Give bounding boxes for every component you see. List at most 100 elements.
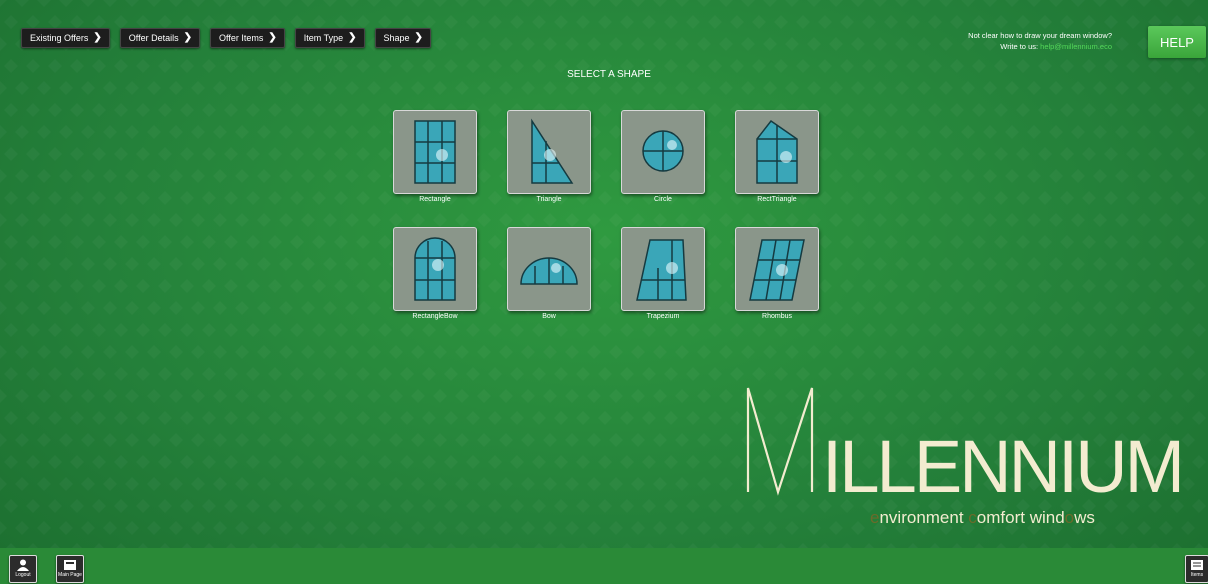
bg-diamond <box>114 191 128 205</box>
bg-diamond <box>48 455 62 469</box>
bg-diamond <box>158 103 172 117</box>
shape-tile-circle[interactable]: Circle <box>621 110 705 203</box>
bg-diamond <box>114 15 128 29</box>
bg-diamond <box>411 477 425 491</box>
bg-diamond <box>1192 103 1206 117</box>
shape-tile-recttriangle[interactable]: RectTriangle <box>735 110 819 203</box>
bg-diamond <box>1181 169 1195 183</box>
help-button[interactable]: HELP <box>1148 26 1206 58</box>
bg-diamond <box>48 367 62 381</box>
main-page-button[interactable]: Main Page <box>56 555 84 583</box>
bg-diamond <box>455 345 469 359</box>
bg-diamond <box>290 279 304 293</box>
bg-diamond <box>323 301 337 315</box>
bg-diamond <box>972 103 986 117</box>
bg-diamond <box>697 477 711 491</box>
bg-diamond <box>862 235 876 249</box>
bg-diamond <box>356 411 370 425</box>
bg-diamond <box>37 301 51 315</box>
bg-diamond <box>114 455 128 469</box>
bg-diamond <box>224 15 238 29</box>
bg-diamond <box>4 455 18 469</box>
bg-diamond <box>400 15 414 29</box>
help-email-link[interactable]: help@millennium.eco <box>1040 42 1112 51</box>
shape-tile-trapezium[interactable]: Trapezium <box>621 227 705 320</box>
bg-diamond <box>983 81 997 95</box>
crumb-item-type[interactable]: Item Type ❯ <box>294 28 365 48</box>
bg-diamond <box>675 81 689 95</box>
bg-diamond <box>620 15 634 29</box>
bg-diamond <box>1082 103 1096 117</box>
bg-diamond <box>917 257 931 271</box>
bg-diamond <box>906 147 920 161</box>
bg-diamond <box>488 411 502 425</box>
bg-diamond <box>1126 191 1140 205</box>
bg-diamond <box>1126 323 1140 337</box>
bg-diamond <box>895 169 909 183</box>
bg-diamond <box>169 257 183 271</box>
bg-diamond <box>851 213 865 227</box>
bg-diamond <box>664 15 678 29</box>
crumb-offer-items[interactable]: Offer Items ❯ <box>210 28 285 48</box>
bg-diamond <box>488 103 502 117</box>
bg-diamond <box>103 345 117 359</box>
logout-button[interactable]: Logout <box>9 555 37 583</box>
bg-diamond <box>884 15 898 29</box>
bg-diamond <box>70 411 84 425</box>
bg-diamond <box>0 521 7 535</box>
bg-diamond <box>213 433 227 447</box>
bg-diamond <box>598 499 612 513</box>
bg-diamond <box>1027 0 1041 7</box>
bg-diamond <box>675 37 689 51</box>
shape-tile-bow[interactable]: Bow <box>507 227 591 320</box>
bg-diamond <box>576 455 590 469</box>
bg-diamond <box>213 389 227 403</box>
bg-diamond <box>1038 323 1052 337</box>
bg-diamond <box>1159 125 1173 139</box>
bg-diamond <box>191 521 205 535</box>
shape-tile-rectangle[interactable]: Rectangle <box>393 110 477 203</box>
bg-diamond <box>1016 15 1030 29</box>
bg-diamond <box>455 521 469 535</box>
bg-diamond <box>301 389 315 403</box>
bg-diamond <box>873 81 887 95</box>
bg-diamond <box>213 81 227 95</box>
shape-tile-rectanglebow[interactable]: RectangleBow <box>393 227 477 320</box>
bg-diamond <box>301 169 315 183</box>
bg-diamond <box>983 169 997 183</box>
bg-diamond <box>169 477 183 491</box>
bg-diamond <box>719 125 733 139</box>
bg-diamond <box>48 191 62 205</box>
crumb-shape[interactable]: Shape ❯ <box>374 28 431 48</box>
bg-diamond <box>301 433 315 447</box>
bg-diamond <box>1126 235 1140 249</box>
bg-diamond <box>521 213 535 227</box>
crumb-existing-offers[interactable]: Existing Offers ❯ <box>21 28 110 48</box>
bg-diamond <box>994 15 1008 29</box>
bg-diamond <box>818 15 832 29</box>
recttriangle-window-icon <box>756 119 798 184</box>
items-button[interactable]: Items <box>1185 555 1208 583</box>
bg-diamond <box>279 433 293 447</box>
bg-diamond <box>147 213 161 227</box>
crumb-offer-details[interactable]: Offer Details ❯ <box>119 28 200 48</box>
bg-diamond <box>906 15 920 29</box>
bg-diamond <box>928 367 942 381</box>
bg-diamond <box>224 499 238 513</box>
bg-diamond <box>323 0 337 7</box>
bg-diamond <box>290 455 304 469</box>
bg-diamond <box>598 15 612 29</box>
bg-diamond <box>268 499 282 513</box>
bg-diamond <box>1148 103 1162 117</box>
bg-diamond <box>323 125 337 139</box>
help-text: Not clear how to draw your dream window?… <box>968 30 1112 52</box>
bg-diamond <box>840 279 854 293</box>
bg-diamond <box>224 103 238 117</box>
bg-diamond <box>620 499 634 513</box>
bg-diamond <box>631 37 645 51</box>
bg-diamond <box>873 257 887 271</box>
bg-diamond <box>906 367 920 381</box>
bg-diamond <box>565 0 579 7</box>
shape-tile-triangle[interactable]: Triangle <box>507 110 591 203</box>
shape-tile-rhombus[interactable]: Rhombus <box>735 227 819 320</box>
